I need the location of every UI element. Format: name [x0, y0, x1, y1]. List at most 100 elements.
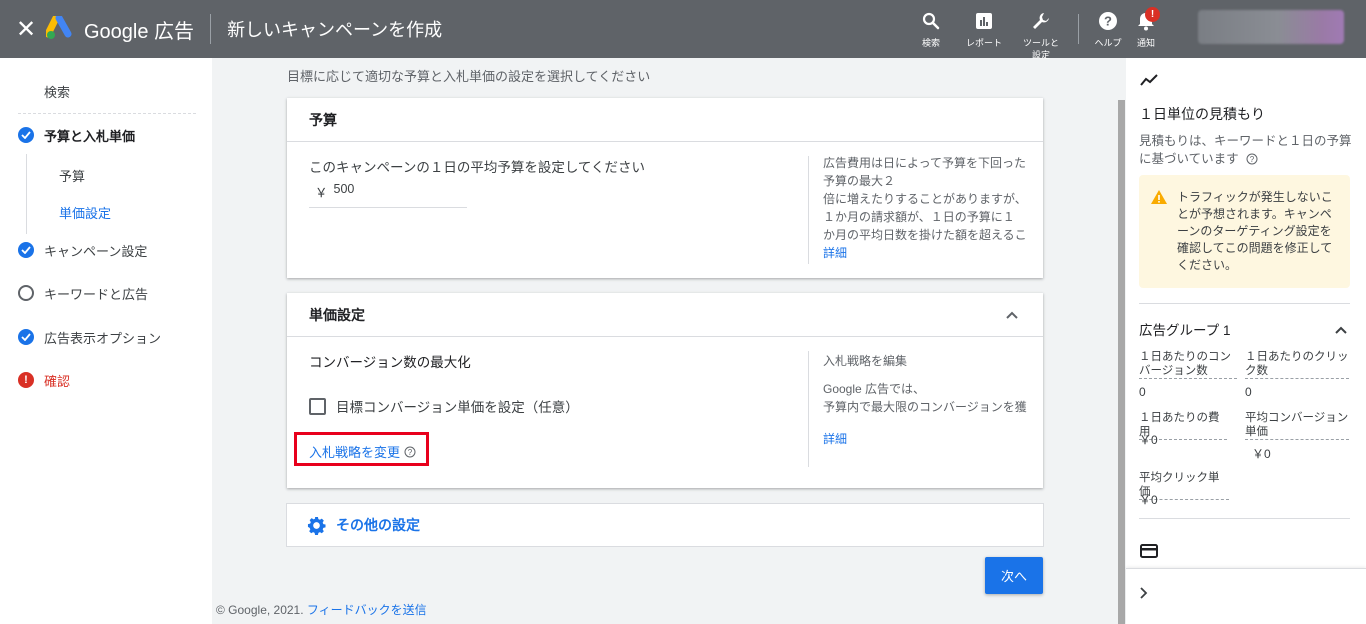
bidding-card-header: 単価設定: [287, 293, 1043, 337]
credit-card-icon: [1140, 544, 1158, 561]
trending-up-icon: [1140, 74, 1158, 89]
panel-divider: [1139, 518, 1350, 519]
wrench-icon[interactable]: [1031, 11, 1051, 31]
sidebar-divider: [18, 113, 196, 114]
chevron-right-icon[interactable]: [1138, 586, 1148, 603]
sidebar-item-keywords-ads[interactable]: キーワードと広告: [0, 278, 212, 308]
estimates-description: 見積もりは、キーワードと１日の予算に基づいています ?: [1139, 132, 1354, 168]
tool-label: 通知: [1136, 38, 1155, 48]
note-line: １か月の請求額が、１日の予算に１: [823, 210, 1015, 224]
sidebar-item-label: 予算: [59, 168, 86, 184]
svg-text:?: ?: [1104, 14, 1112, 29]
note-line: 予算内で最大限のコンバージョンを獲: [823, 400, 1027, 414]
header-tools: 検索 レポート ツールと 設定 ? ヘルプ 通知: [912, 0, 1161, 61]
tools-settings-button[interactable]: ツールと 設定: [1018, 0, 1064, 61]
tool-label: ヘルプ: [1094, 38, 1122, 48]
tool-label: 検索: [921, 38, 940, 48]
note-line: 広告費用は日によって予算を下回った: [823, 156, 1027, 170]
check-circle-icon: [18, 127, 34, 143]
estimates-title: １日単位の見積もり: [1139, 106, 1265, 122]
panel-divider: [1139, 303, 1350, 304]
help-circle-icon[interactable]: ?: [404, 446, 416, 458]
warning-text: トラフィックが発生しないことが予想されます。キャンペーンのターゲティング設定を確…: [1177, 190, 1333, 272]
google-ads-logo-icon: [46, 16, 72, 39]
bidding-learn-more-link[interactable]: 詳細: [823, 430, 1029, 448]
check-circle-icon: [18, 329, 34, 345]
budget-note-divider: [808, 156, 809, 264]
page-title: 新しいキャンペーンを作成: [227, 20, 443, 40]
gear-icon: [307, 516, 326, 535]
chevron-up-icon[interactable]: [1334, 323, 1348, 338]
help-button[interactable]: ? ヘルプ: [1093, 0, 1123, 49]
sidebar-item-label: 検索: [44, 84, 71, 100]
target-cpa-checkbox[interactable]: [309, 397, 326, 415]
other-settings-label: その他の設定: [336, 517, 420, 533]
budget-card: 予算 このキャンペーンの１日の平均予算を設定してください ￥ 500 広告費用は…: [287, 98, 1043, 278]
sidebar-item-label: 確認: [44, 373, 71, 389]
google-ads-logo: [46, 16, 76, 42]
metric-value-avg-cpa: ￥0: [1252, 447, 1271, 461]
target-cpa-option[interactable]: 目標コンバージョン単価を設定（任意）: [309, 396, 579, 416]
metric-label-conversions: １日あたりのコンバージョン数: [1139, 350, 1237, 379]
change-bid-strategy-link[interactable]: 入札戦略を変更: [309, 442, 400, 461]
budget-note: 広告費用は日によって予算を下回った 予算の最大２ 倍に増えたりすることがあります…: [823, 154, 1029, 262]
section-subtitle: 目標に応じて適切な予算と入札単価の設定を選択してください: [287, 69, 651, 84]
budget-learn-more-link[interactable]: 詳細: [823, 244, 1029, 262]
sidebar-item-label: キャンペーン設定: [44, 243, 148, 259]
metric-label-avg-cpa: 平均コンバージョン単価: [1245, 412, 1349, 440]
metric-value-avg-cpc: ￥0: [1139, 493, 1158, 507]
empty-circle-icon: [18, 285, 34, 301]
target-cpa-label: 目標コンバージョン単価を設定（任意）: [336, 400, 579, 415]
bidding-card-title: 単価設定: [309, 306, 365, 323]
notification-badge: !: [1145, 7, 1160, 22]
reports-tool-button[interactable]: レポート: [958, 0, 1010, 49]
header-divider: [210, 14, 212, 44]
budget-prompt: このキャンペーンの１日の平均予算を設定してください: [309, 160, 646, 175]
error-icon: !: [18, 372, 34, 388]
note-title: 入札戦略を編集: [823, 354, 908, 368]
metric-value-cost: ￥0: [1139, 433, 1158, 447]
search-icon[interactable]: [921, 11, 941, 31]
change-bid-strategy[interactable]: 入札戦略を変更 ?: [309, 442, 416, 461]
sidebar-item-review[interactable]: ! 確認: [0, 365, 212, 395]
metric-value-conversions: 0: [1139, 385, 1146, 399]
sidebar-item-label: キーワードと広告: [44, 286, 149, 302]
sidebar-item-campaign-settings[interactable]: キャンペーン設定: [0, 235, 212, 265]
metric-value-clicks: 0: [1245, 385, 1252, 399]
chevron-up-icon[interactable]: [1005, 307, 1019, 323]
brand-name: Google 広告: [84, 20, 195, 43]
note-line: 予算の最大２: [823, 174, 896, 188]
budget-card-title: 予算: [287, 98, 1043, 142]
budget-input[interactable]: ￥ 500: [309, 182, 467, 208]
bidding-card: 単価設定 コンバージョン数の最大化 目標コンバージョン単価を設定（任意） 入札戦…: [287, 293, 1043, 488]
ad-group-title: 広告グループ 1: [1139, 323, 1231, 338]
bid-strategy-name: コンバージョン数の最大化: [309, 355, 471, 370]
scrollbar-thumb[interactable]: [1118, 100, 1125, 624]
warning-icon: [1151, 190, 1167, 209]
budget-value: 500: [333, 182, 355, 196]
sidebar-item-ad-extensions[interactable]: 広告表示オプション: [0, 322, 212, 352]
note-line: Google 広告では、: [823, 382, 926, 396]
tool-label: ツールと 設定: [1022, 38, 1059, 60]
close-button[interactable]: ✕: [0, 0, 52, 58]
reports-icon[interactable]: [974, 11, 994, 31]
next-button[interactable]: 次へ: [985, 557, 1043, 594]
sidebar-item-budget[interactable]: 予算: [0, 160, 212, 190]
header-tools-divider: [1078, 14, 1079, 44]
bidding-note: 入札戦略を編集 Google 広告では、 予算内で最大限のコンバージョンを獲 詳…: [823, 352, 1029, 448]
account-avatar[interactable]: [1198, 10, 1344, 44]
sidebar-item-label: 単価設定: [59, 205, 112, 221]
search-tool-button[interactable]: 検索: [912, 0, 950, 49]
other-settings-panel[interactable]: その他の設定: [286, 503, 1044, 547]
help-circle-icon[interactable]: ?: [1246, 153, 1258, 165]
footer: © Google, 2021. フィードバックを送信: [216, 601, 427, 618]
sidebar-item-search[interactable]: 検索: [0, 76, 212, 106]
feedback-link[interactable]: フィードバックを送信: [307, 603, 427, 617]
help-icon[interactable]: ?: [1098, 11, 1118, 31]
svg-text:?: ?: [1250, 155, 1255, 164]
sidebar-item-budget-bidding[interactable]: 予算と入札単価: [0, 120, 212, 150]
tool-label: レポート: [965, 38, 1002, 48]
sidebar-item-bidding[interactable]: 単価設定: [0, 197, 212, 227]
no-traffic-warning: トラフィックが発生しないことが予想されます。キャンペーンのターゲティング設定を確…: [1139, 175, 1350, 288]
close-icon[interactable]: ✕: [16, 15, 36, 44]
